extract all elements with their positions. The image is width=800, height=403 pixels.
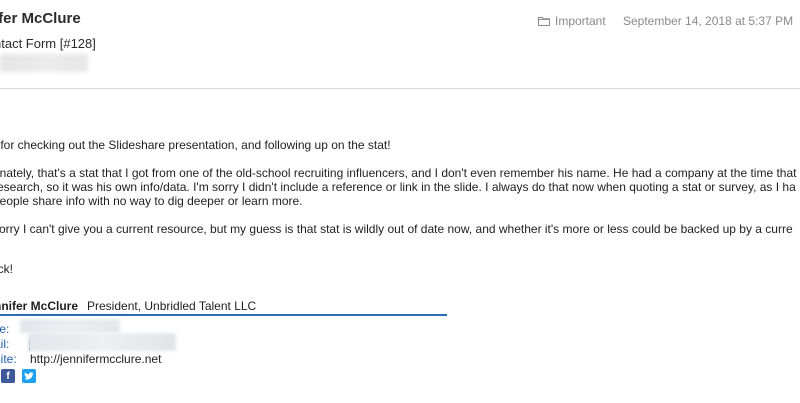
greeting: n,: [0, 108, 1, 123]
twitter-bird-glyph: [24, 371, 34, 380]
signature-title: President, Unbridled Talent LLC: [87, 299, 257, 313]
redacted-recipient: [0, 54, 88, 72]
folder-name: Important: [555, 14, 606, 28]
email-date: September 14, 2018 at 5:37 PM: [623, 14, 794, 28]
signature-website-link[interactable]: http://jennifermcclure.net: [30, 352, 161, 366]
twitter-icon[interactable]: [22, 369, 36, 383]
paragraph-1: s for checking out the Slideshare presen…: [0, 138, 391, 152]
signature-phone-label: one:: [0, 322, 10, 336]
facebook-icon[interactable]: f: [1, 369, 15, 383]
paragraph-2-line-3: people share info with no way to dig dee…: [0, 194, 303, 208]
paragraph-3-line-1: sorry I can't give you a current resourc…: [0, 222, 793, 236]
signature-divider: [0, 314, 447, 316]
folder-icon: [538, 16, 550, 26]
redacted-email: [28, 333, 176, 351]
signature-name: nnifer McClure: [0, 299, 79, 313]
email-subject: ntact Form [#128]: [0, 36, 96, 51]
redacted-phone: [20, 319, 120, 333]
signature-website-label: bsite:: [0, 352, 17, 366]
paragraph-2-line-1: unately, that's a stat that I got from o…: [0, 166, 797, 180]
mailbox-label[interactable]: Important: [538, 14, 606, 28]
paragraph-2-line-2: research, so it was his own info/data. I…: [0, 180, 796, 194]
closing: uck!: [0, 262, 14, 276]
signature-email-label: ail:: [0, 337, 10, 351]
header-divider: [0, 88, 800, 89]
sender-name: ifer McClure: [0, 10, 81, 27]
